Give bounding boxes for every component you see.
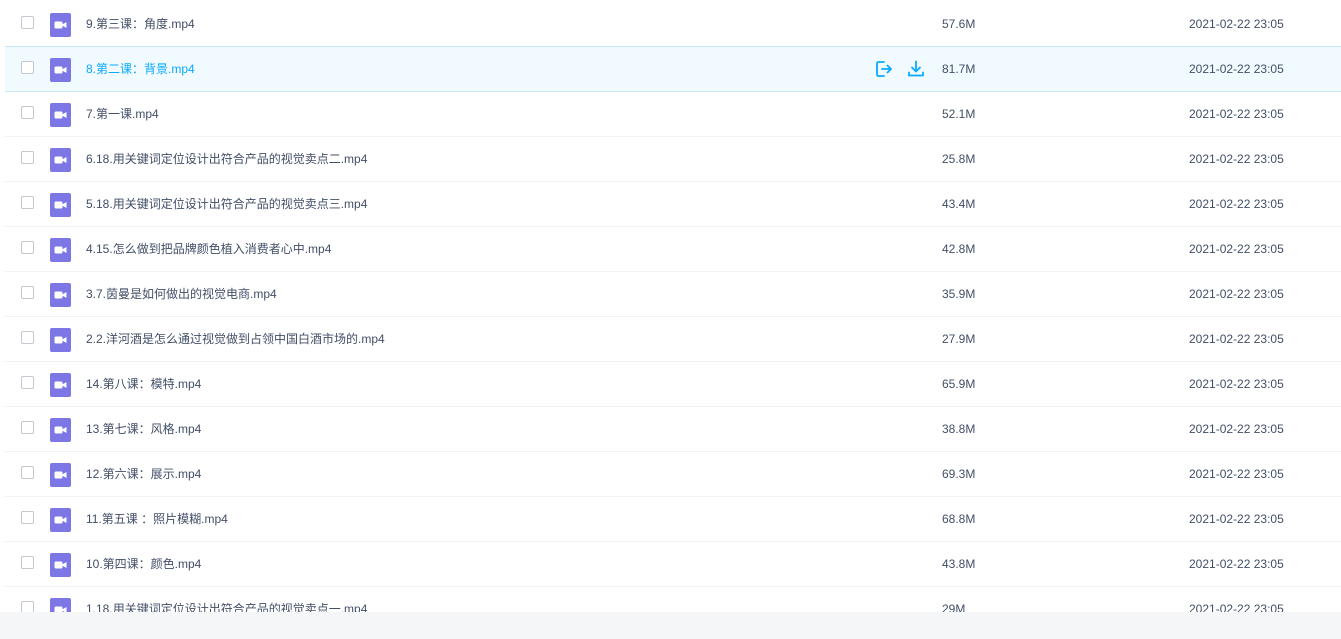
file-size: 42.8M bbox=[942, 242, 976, 256]
file-list-viewport[interactable]: 9.第三课：角度.mp4 57.6M 2021-02-22 23:05 8.第二… bbox=[0, 0, 1341, 612]
file-size: 27.9M bbox=[942, 332, 976, 346]
file-modified-date: 2021-02-22 23:05 bbox=[1189, 602, 1284, 612]
row-checkbox[interactable] bbox=[21, 16, 34, 29]
file-size: 25.8M bbox=[942, 152, 976, 166]
file-name-link[interactable]: 13.第七课：风格.mp4 bbox=[86, 421, 201, 437]
video-file-icon bbox=[50, 58, 71, 82]
row-checkbox[interactable] bbox=[21, 466, 34, 479]
file-row[interactable]: 9.第三课：角度.mp4 57.6M 2021-02-22 23:05 bbox=[5, 2, 1341, 47]
file-row[interactable]: 7.第一课.mp4 52.1M 2021-02-22 23:05 bbox=[5, 92, 1341, 137]
file-modified-date: 2021-02-22 23:05 bbox=[1189, 197, 1284, 211]
file-name-link[interactable]: 11.第五课 ：照片模糊.mp4 bbox=[86, 511, 228, 527]
file-size: 29M bbox=[942, 602, 966, 612]
file-modified-date: 2021-02-22 23:05 bbox=[1189, 242, 1284, 256]
row-checkbox[interactable] bbox=[21, 61, 34, 74]
file-name-link[interactable]: 14.第八课：模特.mp4 bbox=[86, 376, 201, 392]
row-checkbox[interactable] bbox=[21, 241, 34, 254]
row-checkbox[interactable] bbox=[21, 556, 34, 569]
file-modified-date: 2021-02-22 23:05 bbox=[1189, 287, 1284, 301]
file-size: 38.8M bbox=[942, 422, 976, 436]
row-checkbox[interactable] bbox=[21, 421, 34, 434]
file-name-link[interactable]: 8.第二课：背景.mp4 bbox=[86, 61, 195, 77]
file-row[interactable]: 1.18.用关键词定位设计出符合产品的视觉卖点一.mp4 29M 2021-02… bbox=[5, 587, 1341, 612]
file-name-link[interactable]: 7.第一课.mp4 bbox=[86, 106, 159, 122]
video-file-icon bbox=[50, 418, 71, 442]
video-file-icon bbox=[50, 238, 71, 262]
file-name-link[interactable]: 1.18.用关键词定位设计出符合产品的视觉卖点一.mp4 bbox=[86, 601, 367, 612]
file-row-hovered[interactable]: 8.第二课：背景.mp4 81.7M 2021-02-22 23:05 bbox=[5, 46, 1341, 92]
video-file-icon bbox=[50, 148, 71, 172]
file-row[interactable]: 10.第四课：颜色.mp4 43.8M 2021-02-22 23:05 bbox=[5, 542, 1341, 587]
row-checkbox[interactable] bbox=[21, 376, 34, 389]
video-file-icon bbox=[50, 328, 71, 352]
file-list: 9.第三课：角度.mp4 57.6M 2021-02-22 23:05 8.第二… bbox=[0, 2, 1341, 612]
file-size: 68.8M bbox=[942, 512, 976, 526]
file-modified-date: 2021-02-22 23:05 bbox=[1189, 557, 1284, 571]
file-name-link[interactable]: 10.第四课：颜色.mp4 bbox=[86, 556, 201, 572]
video-file-icon bbox=[50, 13, 71, 37]
file-name-link[interactable]: 6.18.用关键词定位设计出符合产品的视觉卖点二.mp4 bbox=[86, 151, 367, 167]
file-modified-date: 2021-02-22 23:05 bbox=[1189, 62, 1284, 76]
file-row[interactable]: 4.15.怎么做到把品牌颜色植入消费者心中.mp4 42.8M 2021-02-… bbox=[5, 227, 1341, 272]
video-file-icon bbox=[50, 553, 71, 577]
video-file-icon bbox=[50, 103, 71, 127]
file-modified-date: 2021-02-22 23:05 bbox=[1189, 152, 1284, 166]
row-checkbox[interactable] bbox=[21, 331, 34, 344]
file-modified-date: 2021-02-22 23:05 bbox=[1189, 377, 1284, 391]
file-size: 57.6M bbox=[942, 17, 976, 31]
video-file-icon bbox=[50, 193, 71, 217]
file-row[interactable]: 6.18.用关键词定位设计出符合产品的视觉卖点二.mp4 25.8M 2021-… bbox=[5, 137, 1341, 182]
row-action-group bbox=[874, 59, 926, 79]
file-modified-date: 2021-02-22 23:05 bbox=[1189, 467, 1284, 481]
file-row[interactable]: 11.第五课 ：照片模糊.mp4 68.8M 2021-02-22 23:05 bbox=[5, 497, 1341, 542]
file-row[interactable]: 12.第六课：展示.mp4 69.3M 2021-02-22 23:05 bbox=[5, 452, 1341, 497]
file-size: 81.7M bbox=[942, 62, 976, 76]
row-checkbox[interactable] bbox=[21, 601, 34, 612]
file-size: 69.3M bbox=[942, 467, 976, 481]
file-row[interactable]: 13.第七课：风格.mp4 38.8M 2021-02-22 23:05 bbox=[5, 407, 1341, 452]
file-name-link[interactable]: 4.15.怎么做到把品牌颜色植入消费者心中.mp4 bbox=[86, 241, 331, 257]
file-modified-date: 2021-02-22 23:05 bbox=[1189, 512, 1284, 526]
file-name-link[interactable]: 12.第六课：展示.mp4 bbox=[86, 466, 201, 482]
file-size: 35.9M bbox=[942, 287, 976, 301]
file-name-link[interactable]: 3.7.茵曼是如何做出的视觉电商.mp4 bbox=[86, 286, 277, 302]
video-file-icon bbox=[50, 463, 71, 487]
file-size: 52.1M bbox=[942, 107, 976, 121]
row-checkbox[interactable] bbox=[21, 286, 34, 299]
file-modified-date: 2021-02-22 23:05 bbox=[1189, 422, 1284, 436]
file-size: 43.8M bbox=[942, 557, 976, 571]
file-size: 43.4M bbox=[942, 197, 976, 211]
row-checkbox[interactable] bbox=[21, 511, 34, 524]
video-file-icon bbox=[50, 373, 71, 397]
video-file-icon bbox=[50, 598, 71, 612]
file-row[interactable]: 3.7.茵曼是如何做出的视觉电商.mp4 35.9M 2021-02-22 23… bbox=[5, 272, 1341, 317]
share-icon[interactable] bbox=[874, 59, 894, 79]
row-checkbox[interactable] bbox=[21, 106, 34, 119]
row-checkbox[interactable] bbox=[21, 196, 34, 209]
download-icon[interactable] bbox=[906, 59, 926, 79]
file-name-link[interactable]: 2.2.洋河酒是怎么通过视觉做到占领中国白酒市场的.mp4 bbox=[86, 331, 385, 347]
file-modified-date: 2021-02-22 23:05 bbox=[1189, 332, 1284, 346]
row-checkbox[interactable] bbox=[21, 151, 34, 164]
video-file-icon bbox=[50, 283, 71, 307]
file-modified-date: 2021-02-22 23:05 bbox=[1189, 107, 1284, 121]
video-file-icon bbox=[50, 508, 71, 532]
file-size: 65.9M bbox=[942, 377, 976, 391]
file-row[interactable]: 2.2.洋河酒是怎么通过视觉做到占领中国白酒市场的.mp4 27.9M 2021… bbox=[5, 317, 1341, 362]
file-row[interactable]: 5.18.用关键词定位设计出符合产品的视觉卖点三.mp4 43.4M 2021-… bbox=[5, 182, 1341, 227]
file-name-link[interactable]: 5.18.用关键词定位设计出符合产品的视觉卖点三.mp4 bbox=[86, 196, 367, 212]
file-modified-date: 2021-02-22 23:05 bbox=[1189, 17, 1284, 31]
file-row[interactable]: 14.第八课：模特.mp4 65.9M 2021-02-22 23:05 bbox=[5, 362, 1341, 407]
file-name-link[interactable]: 9.第三课：角度.mp4 bbox=[86, 16, 195, 32]
bottom-bar bbox=[0, 612, 1341, 639]
